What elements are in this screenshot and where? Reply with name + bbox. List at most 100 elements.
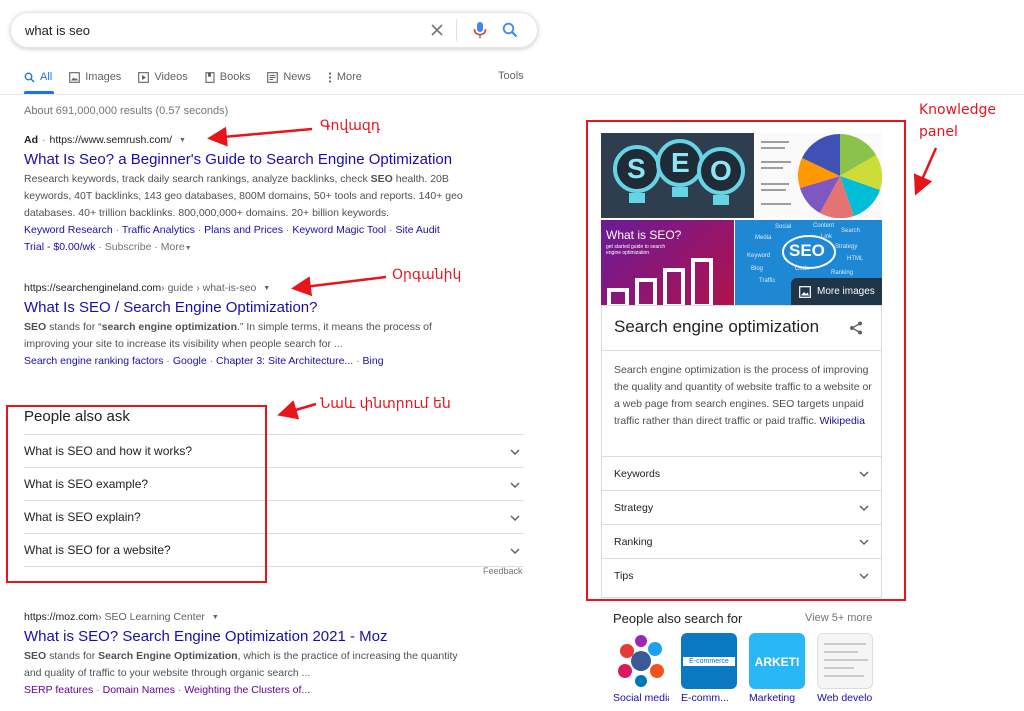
- sitelink[interactable]: Search engine ranking factors: [24, 355, 164, 367]
- social-media-thumbnail: [613, 633, 669, 689]
- pas-label: E-comm...: [681, 692, 729, 704]
- arrow-paa: [277, 400, 317, 420]
- result-stats: About 691,000,000 results (0.57 seconds): [24, 105, 229, 117]
- image-icon: [69, 71, 81, 83]
- sitelink[interactable]: SERP features: [24, 684, 93, 696]
- pas-item-marketing[interactable]: ARKETI Marketing: [749, 633, 805, 704]
- news-icon: [267, 71, 279, 83]
- caret-down-icon[interactable]: ▼: [179, 137, 186, 144]
- snippet-text: Research keywords, track daily search ra…: [24, 173, 371, 185]
- people-also-search-heading: People also search for: [613, 611, 743, 626]
- cite-path: › guide › what-is-seo: [161, 282, 257, 294]
- annotation-organic-label: Օրգանիկ: [392, 267, 462, 283]
- pas-item-e-commerce[interactable]: E-commerce E-comm...: [681, 633, 737, 704]
- web-development-thumbnail: [817, 633, 873, 689]
- cite-domain: https://searchengineland.com: [24, 282, 162, 294]
- chevron-down-icon: [510, 444, 520, 458]
- sitelink[interactable]: Keyword Research: [24, 224, 113, 236]
- cite-url: https://www.semrush.com/: [49, 134, 173, 146]
- chevron-down-icon: [510, 477, 520, 491]
- marketing-thumbnail: ARKETI: [749, 633, 805, 689]
- search-input[interactable]: [25, 22, 420, 38]
- tab-more[interactable]: More: [328, 66, 362, 88]
- pas-item-web-development[interactable]: Web develo...: [817, 633, 873, 704]
- annotation-kp-label-line2: panel: [919, 124, 958, 140]
- view-more-link[interactable]: View 5+ more: [805, 612, 872, 624]
- sitelink[interactable]: Site Audit: [395, 224, 439, 236]
- paa-highlight-box: [6, 405, 267, 583]
- result-cite: https://searchengineland.com › guide › w…: [24, 282, 474, 294]
- search-icon[interactable]: [497, 17, 523, 43]
- tab-label: More: [336, 71, 362, 83]
- annotation-kp-label-line1: Knowledge: [919, 102, 996, 118]
- tab-all[interactable]: All: [24, 66, 52, 88]
- tab-images[interactable]: Images: [69, 66, 121, 88]
- result-title[interactable]: What is SEO? Search Engine Optimization …: [24, 628, 474, 645]
- microphone-icon[interactable]: [467, 17, 493, 43]
- book-icon: [205, 71, 215, 83]
- pas-item-social-media[interactable]: Social media: [613, 633, 669, 704]
- pas-label: Social media: [613, 692, 669, 704]
- pas-label: Marketing: [749, 692, 796, 704]
- cite-path: › SEO Learning Center: [98, 611, 205, 623]
- video-icon: [138, 71, 150, 83]
- cite-domain: https://moz.com: [24, 611, 99, 623]
- divider: [456, 19, 457, 41]
- sitelink[interactable]: Plans and Prices: [204, 224, 283, 236]
- tools-button[interactable]: Tools: [498, 70, 524, 82]
- knowledge-panel-highlight-box: [586, 120, 906, 601]
- clear-icon[interactable]: [424, 17, 450, 43]
- result-snippet: SEO stands for “search engine optimizati…: [24, 319, 474, 353]
- pas-label: Web develo...: [817, 692, 873, 704]
- organic-result: https://moz.com › SEO Learning Center ▼ …: [24, 611, 474, 699]
- more-link[interactable]: More: [161, 241, 185, 253]
- sitelink[interactable]: Traffic Analytics: [122, 224, 195, 236]
- sitelinks: SERP features · Domain Names · Weighting…: [24, 684, 311, 696]
- ad-result: Ad · https://www.semrush.com/ ▼ What Is …: [24, 134, 474, 257]
- organic-result: https://searchengineland.com › guide › w…: [24, 282, 474, 370]
- chevron-down-icon: [510, 510, 520, 524]
- sitelink[interactable]: Keyword Magic Tool: [292, 224, 386, 236]
- snippet-text: stands for: [46, 650, 99, 662]
- thumb-text: ARKETI: [754, 655, 800, 669]
- search-icon: [24, 72, 35, 83]
- subscribe-link[interactable]: Subscribe: [105, 241, 152, 253]
- caret-down-icon[interactable]: ▼: [212, 614, 219, 621]
- sitelinks: Search engine ranking factors · Google ·…: [24, 355, 384, 367]
- e-commerce-thumbnail: E-commerce: [681, 633, 737, 689]
- people-also-search-list: Social media E-commerce E-comm... ARKETI…: [613, 633, 873, 704]
- sitelinks: Keyword Research · Traffic Analytics · P…: [24, 224, 440, 253]
- more-vert-icon: [328, 71, 332, 83]
- tab-news[interactable]: News: [267, 66, 311, 88]
- tab-label: All: [40, 71, 53, 83]
- sitelink[interactable]: Trial - $0.00/wk: [24, 241, 95, 253]
- tab-label: Books: [219, 71, 251, 83]
- feedback-link[interactable]: Feedback: [483, 566, 523, 576]
- ad-badge: Ad: [24, 134, 38, 146]
- thumb-text: E-commerce: [683, 657, 735, 666]
- divider: [0, 94, 1024, 95]
- sitelink[interactable]: Domain Names: [103, 684, 175, 696]
- tab-label: Images: [85, 71, 122, 83]
- result-cite: Ad · https://www.semrush.com/ ▼: [24, 134, 474, 146]
- result-title[interactable]: What Is Seo? a Beginner's Guide to Searc…: [24, 151, 474, 168]
- caret-down-icon[interactable]: ▼: [263, 285, 270, 292]
- sitelink[interactable]: Weighting the Clusters of...: [184, 684, 310, 696]
- annotation-ad-label: Գովազդ: [320, 118, 381, 134]
- result-title[interactable]: What Is SEO / Search Engine Optimization…: [24, 299, 474, 316]
- tab-label: News: [283, 71, 311, 83]
- sitelink[interactable]: Chapter 3: Site Architecture...: [216, 355, 353, 367]
- result-cite: https://moz.com › SEO Learning Center ▼: [24, 611, 474, 623]
- search-tabs: All Images Videos Books News More: [24, 66, 1024, 94]
- snippet-bold: SEO: [24, 650, 47, 662]
- sitelink[interactable]: Bing: [363, 355, 384, 367]
- tab-videos[interactable]: Videos: [138, 66, 188, 88]
- result-snippet: SEO stands for Search Engine Optimizatio…: [24, 648, 474, 682]
- annotation-paa-label: Նաև փնտրում են: [320, 396, 451, 412]
- tab-books[interactable]: Books: [205, 66, 251, 88]
- separator-dot: ·: [42, 134, 46, 146]
- search-box[interactable]: [10, 12, 538, 48]
- sitelink[interactable]: Google: [173, 355, 207, 367]
- arrow-knowledge-panel: [913, 147, 938, 196]
- snippet-bold: SEO: [370, 173, 393, 185]
